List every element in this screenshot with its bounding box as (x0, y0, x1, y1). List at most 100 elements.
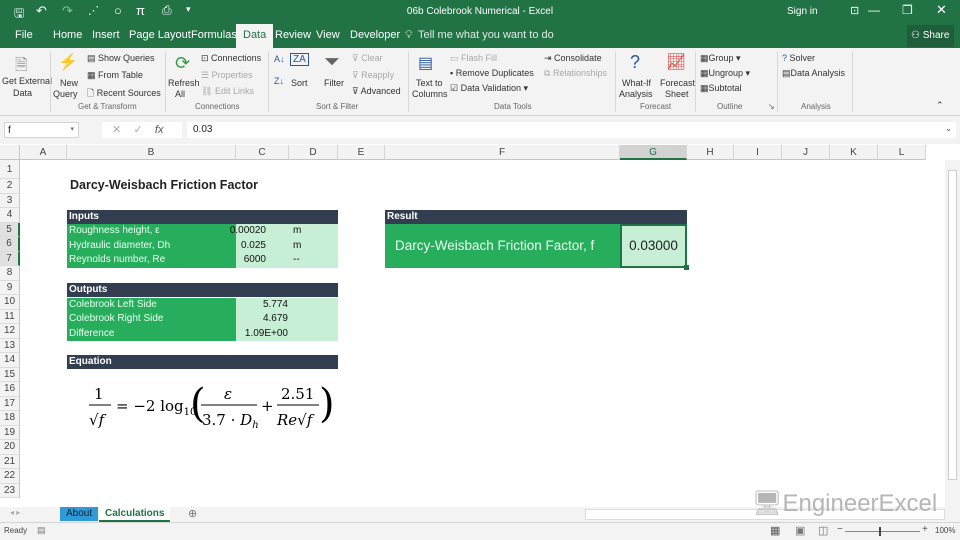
remove-duplicates-button[interactable]: ▪ Remove Duplicates (450, 68, 534, 78)
sign-in-link[interactable]: Sign in (787, 6, 818, 17)
restore-icon[interactable]: ❐ (902, 3, 913, 17)
edit-links-button[interactable]: ⛓ Edit Links (201, 86, 254, 97)
zoom-out-icon[interactable]: − (837, 524, 843, 535)
fill-handle[interactable] (684, 265, 689, 270)
row-header-15[interactable]: 15 (0, 367, 20, 382)
dialog-launcher-icon[interactable]: ↘ (768, 102, 775, 111)
row-header-21[interactable]: 21 (0, 454, 20, 469)
row-header-11[interactable]: 11 (0, 309, 20, 324)
collapse-ribbon-icon[interactable]: ⌃ (936, 100, 944, 111)
column-header-E[interactable]: E (338, 145, 385, 160)
zoom-slider-thumb[interactable] (879, 527, 881, 536)
row-header-23[interactable]: 23 (0, 483, 20, 498)
filter-button[interactable]: Filter (324, 78, 344, 88)
sheet-tab-calculations[interactable]: Calculations (99, 507, 171, 522)
tab-insert[interactable]: Insert (92, 29, 120, 41)
row-header-6[interactable]: 6 (0, 237, 20, 252)
zoom-in-icon[interactable]: + (922, 524, 928, 535)
result-value-cell[interactable]: 0.03000 (620, 224, 687, 268)
name-box[interactable]: f ▾ (4, 122, 79, 138)
flash-fill-button[interactable]: ▭ Flash Fill (450, 53, 497, 64)
data-analysis-button[interactable]: ▤Data Analysis (782, 68, 845, 79)
sheet-tab-about[interactable]: About (60, 507, 99, 521)
row-header-8[interactable]: 8 (0, 266, 20, 281)
add-sheet-icon[interactable]: ⊕ (188, 507, 197, 520)
refresh-all-button[interactable]: Refresh (168, 78, 200, 88)
tab-view[interactable]: View (316, 29, 340, 41)
ungroup-button[interactable]: ▦Ungroup ▾ (700, 68, 750, 79)
sort-button[interactable]: Sort (291, 78, 308, 88)
tab-review[interactable]: Review (275, 29, 311, 41)
row-header-12[interactable]: 12 (0, 324, 20, 339)
row-header-20[interactable]: 20 (0, 440, 20, 455)
column-header-A[interactable]: A (20, 145, 67, 160)
what-if-analysis-button[interactable]: What-If (622, 78, 651, 88)
row-header-7[interactable]: 7 (0, 251, 20, 266)
row-header-14[interactable]: 14 (0, 353, 20, 368)
zoom-slider[interactable] (845, 531, 920, 532)
inputs-value-cell[interactable]: 0.025 m (236, 238, 338, 253)
vertical-scroll-thumb[interactable] (948, 170, 957, 480)
column-header-H[interactable]: H (687, 145, 734, 160)
row-header-1[interactable]: 1 (0, 160, 20, 179)
get-external-data-button[interactable]: Get External (2, 76, 52, 86)
inputs-value-cell[interactable]: 6000 -- (236, 253, 338, 268)
enter-icon[interactable]: ✓ (133, 124, 142, 136)
solver-button[interactable]: ? Solver (782, 53, 815, 63)
text-to-columns-button[interactable]: Text to (416, 78, 443, 88)
outputs-value-cell[interactable]: 4.679 (236, 312, 338, 327)
row-header-2[interactable]: 2 (0, 179, 20, 194)
column-header-G[interactable]: G (620, 145, 687, 160)
new-query-button[interactable]: New (60, 78, 78, 88)
page-break-view-icon[interactable]: ◫ (818, 524, 828, 537)
column-header-I[interactable]: I (734, 145, 782, 160)
column-header-B[interactable]: B (67, 145, 236, 160)
column-header-K[interactable]: K (830, 145, 878, 160)
minimize-icon[interactable]: — (868, 3, 880, 17)
column-header-F[interactable]: F (385, 145, 620, 160)
ribbon-display-icon[interactable]: ⊡ (850, 4, 859, 17)
outputs-value-cell[interactable]: 1.09E+00 (236, 326, 338, 341)
close-icon[interactable]: ✕ (936, 2, 947, 18)
reapply-button[interactable]: ⊽ Reapply (352, 70, 394, 81)
sort-za-icon[interactable]: Z↓ (274, 76, 284, 86)
row-header-9[interactable]: 9 (0, 280, 20, 295)
tab-home[interactable]: Home (53, 29, 82, 41)
expand-formula-icon[interactable]: ⌄ (945, 124, 952, 133)
properties-button[interactable]: ☰ Properties (201, 70, 253, 81)
cancel-icon[interactable]: ✕ (112, 124, 121, 136)
column-header-C[interactable]: C (236, 145, 289, 160)
row-header-22[interactable]: 22 (0, 469, 20, 484)
row-header-13[interactable]: 13 (0, 338, 20, 353)
vertical-scrollbar[interactable] (945, 160, 960, 507)
group-button[interactable]: ▦Group ▾ (700, 53, 741, 64)
row-header-4[interactable]: 4 (0, 208, 20, 223)
tab-developer[interactable]: Developer (350, 29, 400, 41)
inputs-value-cell[interactable]: 0.00020 m (230, 224, 338, 239)
scroll-tabs-icon[interactable]: ◂ ▸ (10, 508, 20, 517)
macro-record-icon[interactable]: ▤ (37, 525, 46, 536)
column-header-L[interactable]: L (878, 145, 926, 160)
relationships-button[interactable]: ⧉ Relationships (544, 68, 607, 79)
row-header-16[interactable]: 16 (0, 382, 20, 397)
zoom-level[interactable]: 100% (935, 526, 955, 535)
from-table-button[interactable]: ▦ From Table (87, 70, 143, 81)
share-button[interactable]: ⚇ Share (907, 25, 954, 47)
page-layout-view-icon[interactable]: ▣ (795, 524, 805, 537)
tab-formulas[interactable]: Formulas (191, 29, 237, 41)
row-header-17[interactable]: 17 (0, 396, 20, 411)
advanced-filter-button[interactable]: ⊽ Advanced (352, 86, 401, 97)
formula-input[interactable]: 0.03 ⌄ (187, 122, 956, 138)
tab-page-layout[interactable]: Page Layout (129, 29, 191, 41)
sort-az-icon[interactable]: A↓ (274, 54, 285, 64)
select-all-button[interactable] (0, 145, 20, 160)
show-queries-button[interactable]: ▤ Show Queries (87, 53, 155, 64)
data-validation-button[interactable]: ☑ Data Validation ▾ (450, 83, 528, 94)
row-header-3[interactable]: 3 (0, 193, 20, 208)
row-header-5[interactable]: 5 (0, 222, 20, 237)
row-header-10[interactable]: 10 (0, 295, 20, 310)
consolidate-button[interactable]: ⇥ Consolidate (544, 53, 602, 64)
subtotal-button[interactable]: ▦Subtotal (700, 83, 742, 94)
row-header-19[interactable]: 19 (0, 425, 20, 440)
tell-me-input[interactable]: Tell me what you want to do (418, 29, 554, 41)
